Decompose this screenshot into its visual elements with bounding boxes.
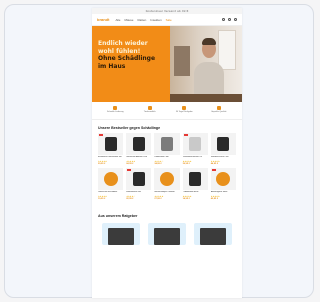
- product-price: 29,95 €: [98, 162, 106, 165]
- product-price: 34,95 €: [154, 162, 162, 165]
- guide-card-image: [108, 227, 134, 245]
- product-image[interactable]: [154, 167, 180, 190]
- hero-line-2: wohl fühlen!: [98, 47, 141, 55]
- guide-card[interactable]: [102, 222, 140, 245]
- usp-text: 30 Tage Rückgabe: [175, 111, 193, 113]
- product-price: 19,95 €: [98, 197, 106, 200]
- product-device: [189, 171, 202, 186]
- product-device: [103, 171, 118, 186]
- product-image[interactable]: [154, 132, 180, 155]
- truck-icon: [113, 106, 118, 110]
- product-image[interactable]: [182, 167, 208, 190]
- product-card[interactable]: Insektenvernichter UV ★★★★★ 39,95 €: [182, 132, 208, 165]
- product-card[interactable]: Ultraschall Steckdose ★★★★★ 19,95 €: [98, 167, 124, 200]
- guide-card[interactable]: [194, 222, 232, 245]
- product-card[interactable]: Marderschreck Plus ★★★★★ 44,95 €: [210, 132, 236, 165]
- hero-photo: [170, 26, 242, 102]
- guides-row: [92, 221, 242, 247]
- sale-badge: [211, 168, 216, 171]
- website-screenshot: Kostenloser Versand ab 49 € brandt Alle …: [92, 8, 242, 298]
- product-device: [132, 136, 145, 151]
- product-image[interactable]: [126, 132, 152, 155]
- nav-link-insects[interactable]: Insekten: [150, 18, 161, 22]
- product-card[interactable]: Köderstation Set ★★★★☆ 22,95 €: [126, 167, 152, 200]
- hero-banner[interactable]: Endlich wieder wohl fühlen! Ohne Schädli…: [92, 26, 242, 102]
- guides-section-title: Aus unserem Ratgeber: [98, 213, 138, 218]
- nav-link-rats[interactable]: Ratten: [137, 18, 146, 22]
- sale-badge: [183, 133, 188, 136]
- product-card[interactable]: Mückenlampe Outdoor ★★★★★ 27,95 €: [154, 167, 180, 200]
- nav-link-all[interactable]: Alle: [115, 18, 120, 22]
- product-card[interactable]: Rattenfalle Profi ★★★★☆ 34,95 €: [154, 132, 180, 165]
- product-price: 39,95 €: [182, 162, 190, 165]
- product-card[interactable]: Lebendfalle Maus ★★★★★ 14,95 €: [182, 167, 208, 200]
- hero-photo-shelf: [174, 46, 190, 76]
- hero-headline: Endlich wieder wohl fühlen! Ohne Schädli…: [98, 40, 168, 70]
- product-device: [216, 171, 231, 186]
- check-badge-icon: [216, 106, 221, 110]
- product-image[interactable]: [98, 167, 124, 190]
- paw-icon: [147, 106, 152, 110]
- hero-line-4: im Haus: [98, 62, 126, 70]
- product-card[interactable]: Abwehrgerät Solar ★★★★★ 49,95 €: [210, 167, 236, 200]
- cart-icon[interactable]: [234, 18, 237, 21]
- hero-photo-person-hair: [202, 38, 216, 45]
- product-image[interactable]: [126, 167, 152, 190]
- main-navigation: brandt Alle Mäuse Ratten Insekten Sale: [92, 14, 242, 26]
- product-device: [132, 171, 145, 186]
- sale-badge: [127, 168, 132, 171]
- usp-item: 30 Tage Rückgabe: [170, 106, 198, 114]
- usp-text: Schnelle Lieferung: [106, 111, 124, 113]
- product-image[interactable]: [210, 167, 236, 190]
- nav-icons: [222, 18, 237, 21]
- usp-item: Schnelle Lieferung: [101, 106, 129, 114]
- product-device: [104, 136, 117, 151]
- nav-link-mice[interactable]: Mäuse: [124, 18, 133, 22]
- account-icon[interactable]: [228, 18, 231, 21]
- search-icon[interactable]: [222, 18, 225, 21]
- product-device: [189, 136, 202, 151]
- bestseller-section-title: Unsere Bestseller gegen Schädlinge: [98, 125, 161, 130]
- guide-card-image: [154, 227, 180, 245]
- product-grid: Elektrische Mausefalle Set ★★★★★ 29,95 € Ul…: [92, 132, 242, 200]
- product-price: 44,95 €: [210, 162, 219, 165]
- product-image[interactable]: [182, 132, 208, 155]
- usp-text: Tierfreundlich: [143, 111, 156, 113]
- hero-photo-table: [170, 94, 242, 102]
- return-icon: [182, 106, 187, 110]
- hero-line-1: Endlich wieder: [98, 40, 148, 47]
- usp-bar: Schnelle Lieferung Tierfreundlich 30 Tag…: [92, 102, 242, 120]
- usp-text: Geprüfte Qualität: [211, 111, 227, 113]
- product-image[interactable]: [210, 132, 236, 155]
- product-image[interactable]: [98, 132, 124, 155]
- product-price: 24,95 €: [126, 162, 134, 165]
- guide-card[interactable]: [148, 222, 186, 245]
- product-card[interactable]: Elektrische Mausefalle Set ★★★★★ 29,95 €: [98, 132, 124, 165]
- hero-line-3: Ohne Schädlinge: [98, 55, 156, 62]
- hero-photo-window: [218, 30, 236, 70]
- usp-item: Geprüfte Qualität: [205, 106, 233, 114]
- product-price: 27,95 €: [154, 197, 162, 200]
- product-device: [160, 136, 173, 151]
- product-price: 14,95 €: [182, 197, 190, 200]
- product-card[interactable]: Ultraschall Abwehr Duo ★★★★★ 24,95 €: [126, 132, 152, 165]
- site-logo[interactable]: brandt: [97, 17, 109, 22]
- usp-item: Tierfreundlich: [136, 106, 164, 114]
- product-price: 49,95 €: [210, 197, 219, 200]
- product-device: [159, 171, 174, 186]
- sale-badge: [99, 133, 103, 136]
- product-device: [217, 136, 230, 151]
- nav-link-sale[interactable]: Sale: [166, 18, 172, 22]
- guide-card-image: [200, 227, 226, 245]
- nav-links: Alle Mäuse Ratten Insekten Sale: [115, 18, 222, 22]
- product-price: 22,95 €: [126, 197, 134, 200]
